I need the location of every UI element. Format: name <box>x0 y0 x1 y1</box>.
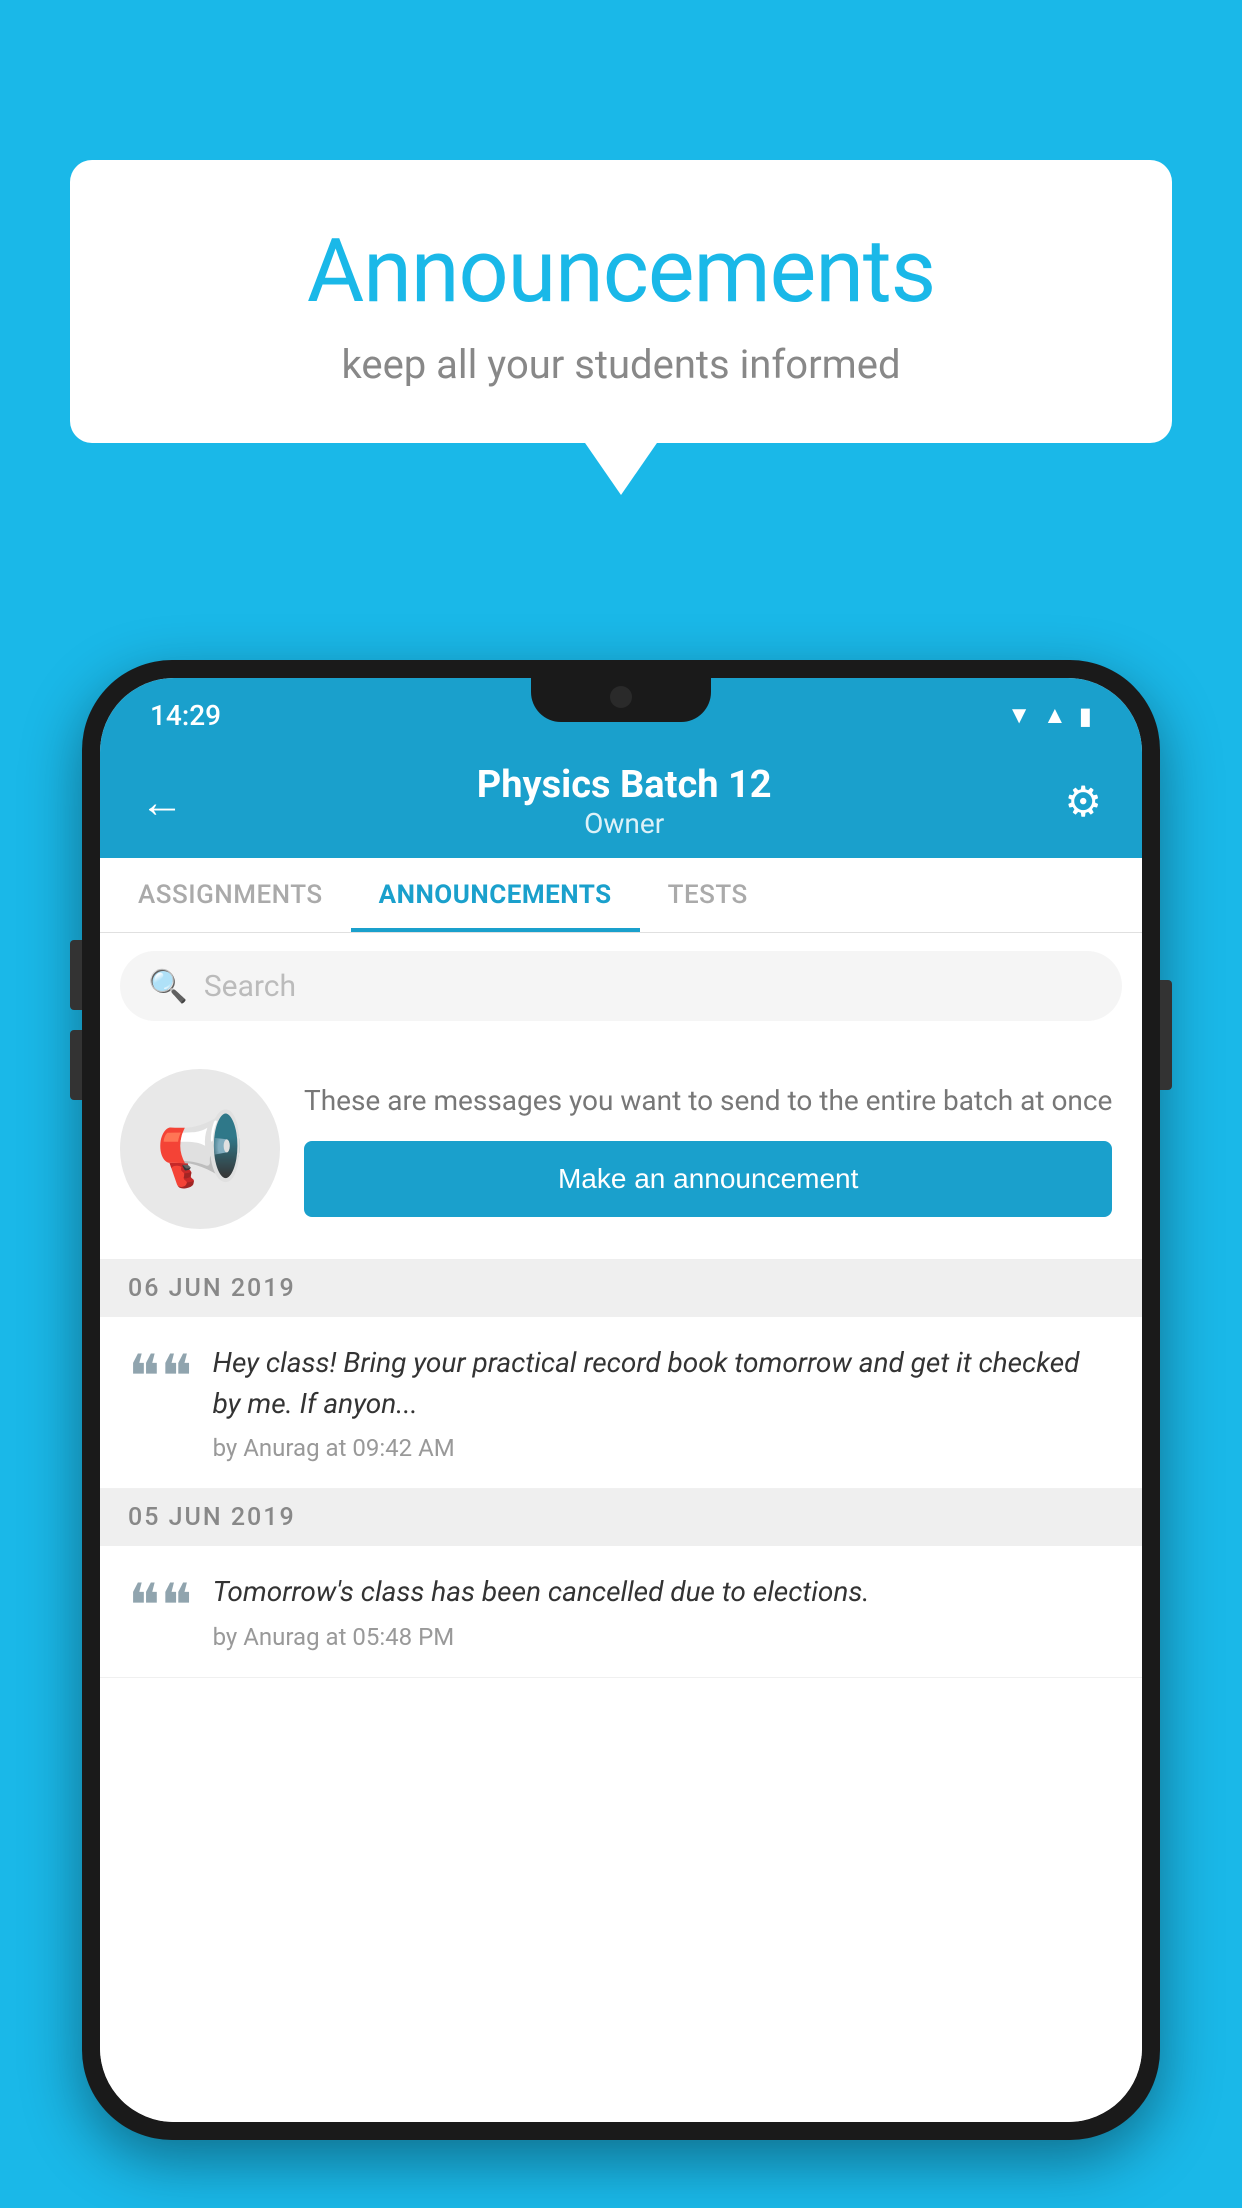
power-button[interactable] <box>1160 980 1172 1090</box>
status-icons: ▼ ▲ ▮ <box>1007 701 1092 730</box>
search-bar[interactable]: 🔍 Search <box>120 951 1122 1021</box>
date-divider-2: 05 JUN 2019 <box>100 1489 1142 1546</box>
tab-tests[interactable]: TESTS <box>640 858 776 932</box>
announcement-meta-1: by Anurag at 09:42 AM <box>213 1434 1114 1462</box>
quote-icon-2: ❝❝ <box>128 1576 193 1636</box>
header-title-block: Physics Batch 12 Owner <box>477 763 772 840</box>
cta-description: These are messages you want to send to t… <box>304 1081 1112 1120</box>
megaphone-icon: 📢 <box>155 1107 245 1192</box>
announcement-cta-section: 📢 These are messages you want to send to… <box>100 1039 1142 1260</box>
announcement-text-2: Tomorrow's class has been cancelled due … <box>213 1572 1114 1613</box>
quote-icon-1: ❝❝ <box>128 1347 193 1407</box>
content-area: 🔍 Search 📢 These are messages you want t… <box>100 933 1142 2122</box>
phone-outer: 14:29 ▼ ▲ ▮ ← Physics Batch 12 Owner ⚙ <box>82 660 1160 2140</box>
volume-up-button[interactable] <box>70 940 82 1010</box>
megaphone-circle: 📢 <box>120 1069 280 1229</box>
batch-subtitle: Owner <box>477 807 772 840</box>
announcement-item-1: ❝❝ Hey class! Bring your practical recor… <box>100 1317 1142 1489</box>
date-divider-1: 06 JUN 2019 <box>100 1260 1142 1317</box>
phone-screen: 14:29 ▼ ▲ ▮ ← Physics Batch 12 Owner ⚙ <box>100 678 1142 2122</box>
tab-assignments[interactable]: ASSIGNMENTS <box>110 858 351 932</box>
signal-icon: ▲ <box>1043 701 1067 730</box>
search-placeholder: Search <box>204 969 296 1004</box>
bubble-subtitle: keep all your students informed <box>150 341 1092 388</box>
announcement-item-2: ❝❝ Tomorrow's class has been cancelled d… <box>100 1546 1142 1678</box>
settings-icon[interactable]: ⚙ <box>1064 777 1102 827</box>
phone-camera <box>610 686 632 708</box>
volume-down-button[interactable] <box>70 1030 82 1100</box>
announcement-meta-2: by Anurag at 05:48 PM <box>213 1623 1114 1651</box>
batch-title: Physics Batch 12 <box>477 763 772 807</box>
search-icon: 🔍 <box>148 967 188 1005</box>
speech-bubble-card: Announcements keep all your students inf… <box>70 160 1172 443</box>
cta-right-block: These are messages you want to send to t… <box>304 1081 1112 1216</box>
speech-bubble-section: Announcements keep all your students inf… <box>70 160 1172 443</box>
phone-container: 14:29 ▼ ▲ ▮ ← Physics Batch 12 Owner ⚙ <box>82 660 1160 2208</box>
announcement-text-1: Hey class! Bring your practical record b… <box>213 1343 1114 1424</box>
status-time: 14:29 <box>150 699 221 732</box>
bubble-title: Announcements <box>150 220 1092 323</box>
tabs-bar: ASSIGNMENTS ANNOUNCEMENTS TESTS <box>100 858 1142 933</box>
back-button[interactable]: ← <box>140 776 184 828</box>
battery-icon: ▮ <box>1079 702 1092 730</box>
announcement-content-1: Hey class! Bring your practical record b… <box>213 1343 1114 1462</box>
tab-announcements[interactable]: ANNOUNCEMENTS <box>351 858 640 932</box>
wifi-icon: ▼ <box>1007 701 1031 730</box>
announcement-content-2: Tomorrow's class has been cancelled due … <box>213 1572 1114 1651</box>
app-header: ← Physics Batch 12 Owner ⚙ <box>100 743 1142 858</box>
make-announcement-button[interactable]: Make an announcement <box>304 1141 1112 1217</box>
